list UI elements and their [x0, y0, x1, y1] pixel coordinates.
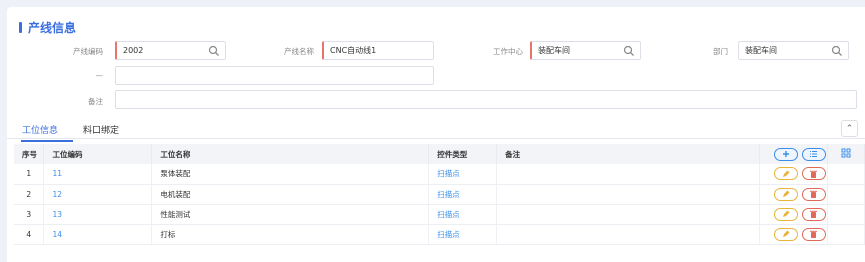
row-index: 2 — [14, 184, 45, 205]
table-row[interactable]: 3 13 性能测试 扫描点 — [14, 204, 865, 225]
row-station-name: 打标 — [151, 224, 430, 245]
trash-icon — [810, 230, 818, 238]
station-table: 序号 工位编码 工位名称 控件类型 备注 1 11 泵体装配 扫描点 2 12 … — [14, 144, 865, 245]
line-name-label: 产线名称 — [284, 47, 314, 56]
edit-button[interactable] — [773, 227, 798, 241]
edit-button[interactable] — [773, 167, 798, 181]
pencil-icon — [782, 210, 790, 217]
add-row-button[interactable] — [773, 147, 798, 161]
row-station-code[interactable]: 11 — [43, 164, 153, 185]
line-code-label: 产线编码 — [73, 47, 103, 56]
extra-label: — — [95, 71, 104, 80]
department-label: 部门 — [713, 47, 728, 56]
department-field[interactable]: 装配车间 — [738, 41, 849, 60]
plus-icon — [782, 151, 789, 157]
search-icon[interactable] — [208, 45, 220, 57]
row-remark — [496, 224, 760, 245]
row-station-code[interactable]: 14 — [43, 224, 153, 245]
pencil-icon — [782, 230, 790, 237]
work-center-label: 工作中心 — [493, 47, 523, 56]
header-station-code: 工位编码 — [43, 144, 153, 164]
header-control-type: 控件类型 — [428, 144, 498, 164]
list-icon — [810, 150, 818, 158]
production-line-panel: 产线信息 产线编码 2002 产线名称 CNC自动线1 工作中心 装配车间 部门… — [7, 7, 865, 262]
remark-label: 备注 — [88, 97, 103, 106]
tab-divider — [7, 138, 865, 139]
edit-button[interactable] — [773, 207, 798, 221]
line-name-value: CNC自动线1 — [330, 46, 377, 55]
trash-icon — [810, 170, 818, 178]
row-control-type[interactable]: 扫描点 — [428, 224, 498, 245]
row-index: 4 — [14, 224, 45, 245]
header-settings — [827, 144, 865, 164]
pencil-icon — [782, 170, 790, 177]
trash-icon — [810, 190, 818, 198]
extra-field[interactable] — [115, 66, 434, 85]
active-tab-indicator — [21, 140, 73, 142]
row-actions — [759, 184, 828, 205]
table-row[interactable]: 1 11 泵体装配 扫描点 — [14, 164, 865, 185]
department-value: 装配车间 — [745, 46, 777, 55]
search-icon[interactable] — [623, 45, 635, 57]
table-header-row: 序号 工位编码 工位名称 控件类型 备注 — [14, 144, 865, 164]
header-actions — [759, 144, 828, 164]
section-accent-bar — [19, 22, 22, 33]
row-spacer — [827, 204, 865, 225]
row-index: 1 — [14, 164, 45, 185]
header-index: 序号 — [14, 144, 45, 164]
work-center-field[interactable]: 装配车间 — [530, 41, 641, 60]
row-spacer — [827, 224, 865, 245]
row-control-type[interactable]: 扫描点 — [428, 164, 498, 185]
line-name-field[interactable]: CNC自动线1 — [322, 41, 434, 60]
tab-station-info[interactable]: 工位信息 — [22, 123, 58, 136]
grid-settings-icon[interactable] — [841, 148, 851, 158]
remark-field[interactable] — [115, 90, 857, 109]
search-icon[interactable] — [831, 45, 843, 57]
row-remark — [496, 204, 760, 225]
row-remark — [496, 184, 760, 205]
row-actions — [759, 164, 828, 185]
tab-bar: 工位信息 料口绑定 — [14, 123, 834, 145]
pencil-icon — [782, 190, 790, 197]
section-header: 产线信息 — [19, 19, 76, 36]
collapse-button[interactable]: ⌃ — [841, 120, 858, 137]
line-code-field[interactable]: 2002 — [115, 41, 226, 60]
trash-icon — [810, 210, 818, 218]
row-actions — [759, 204, 828, 225]
list-button[interactable] — [801, 147, 826, 161]
header-station-name: 工位名称 — [151, 144, 430, 164]
delete-button[interactable] — [801, 227, 826, 241]
delete-button[interactable] — [801, 187, 826, 201]
edit-button[interactable] — [773, 187, 798, 201]
tab-material-binding[interactable]: 料口绑定 — [83, 123, 119, 136]
delete-button[interactable] — [801, 167, 826, 181]
line-code-value: 2002 — [123, 46, 144, 55]
row-remark — [496, 164, 760, 185]
work-center-value: 装配车间 — [538, 46, 570, 55]
row-actions — [759, 224, 828, 245]
row-station-name: 泵体装配 — [151, 164, 430, 185]
row-station-code[interactable]: 12 — [43, 184, 153, 205]
row-station-name: 性能测试 — [151, 204, 430, 225]
chevron-up-icon: ⌃ — [845, 123, 854, 134]
row-index: 3 — [14, 204, 45, 225]
header-remark: 备注 — [496, 144, 760, 164]
table-row[interactable]: 4 14 打标 扫描点 — [14, 224, 865, 245]
row-control-type[interactable]: 扫描点 — [428, 184, 498, 205]
row-station-code[interactable]: 13 — [43, 204, 153, 225]
row-station-name: 电机装配 — [151, 184, 430, 205]
row-spacer — [827, 184, 865, 205]
delete-button[interactable] — [801, 207, 826, 221]
row-control-type[interactable]: 扫描点 — [428, 204, 498, 225]
table-row[interactable]: 2 12 电机装配 扫描点 — [14, 184, 865, 205]
row-spacer — [827, 164, 865, 185]
section-title: 产线信息 — [28, 21, 77, 35]
